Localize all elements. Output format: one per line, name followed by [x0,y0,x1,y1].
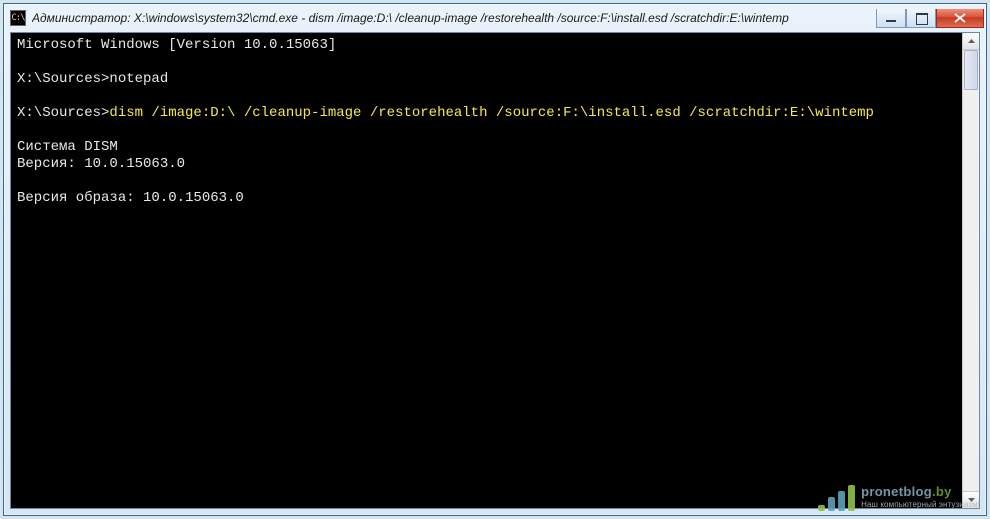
console-line: Cистема DISM [17,139,118,155]
console-line: Microsoft Windows [Version 10.0.15063] [17,37,336,53]
console-cmd: notepad [109,71,168,87]
client-area: Microsoft Windows [Version 10.0.15063] X… [10,32,980,509]
scroll-track[interactable] [963,50,979,491]
window-title: Администратор: X:\windows\system32\cmd.e… [32,11,870,25]
titlebar[interactable]: C:\ Администратор: X:\windows\system32\c… [4,4,986,32]
minimize-button[interactable] [876,9,906,28]
console-prompt: X:\Sources> [17,105,109,121]
window-controls [876,9,984,28]
console-prompt: X:\Sources> [17,71,109,87]
cmd-window: C:\ Администратор: X:\windows\system32\c… [3,3,987,516]
console-line: Версия: 10.0.15063.0 [17,156,185,172]
watermark-text: pronetblog.by Наш компьютерный энтузиазм… [861,485,980,511]
scroll-up-button[interactable] [963,33,979,50]
vertical-scrollbar[interactable] [962,33,979,508]
console-cmd-highlight: dism /image:D:\ /cleanup-image /restoreh… [109,105,874,121]
scroll-thumb[interactable] [964,50,978,90]
close-button[interactable] [936,9,984,28]
watermark-bars-icon [818,485,855,511]
cmd-icon: C:\ [10,10,26,26]
console-line: Версия образа: 10.0.15063.0 [17,190,244,206]
watermark: pronetblog.by Наш компьютерный энтузиазм… [818,485,980,511]
maximize-button[interactable] [906,9,936,28]
console-output[interactable]: Microsoft Windows [Version 10.0.15063] X… [11,33,962,508]
